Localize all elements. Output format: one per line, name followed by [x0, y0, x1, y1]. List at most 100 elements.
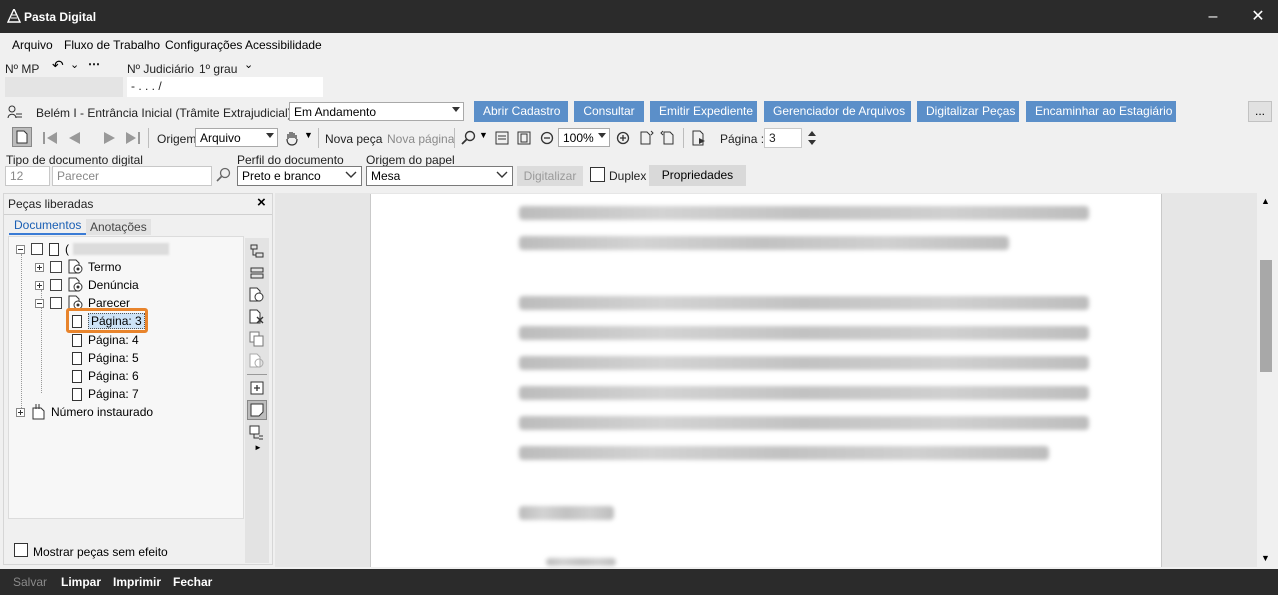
copy-documents-icon[interactable]: [247, 330, 267, 348]
nova-pagina-button[interactable]: Nova página: [387, 132, 454, 146]
document-mode-icon[interactable]: [12, 127, 32, 147]
previous-page-icon[interactable]: [64, 128, 84, 148]
tipo-documento-code[interactable]: 12: [5, 166, 50, 186]
zoom-select[interactable]: 100%: [558, 128, 610, 147]
parecer-checkbox[interactable]: [50, 297, 62, 309]
duplex-checkbox[interactable]: [590, 167, 605, 182]
pagina-stepper[interactable]: [807, 129, 817, 147]
page-icon: [72, 369, 82, 383]
denuncia-checkbox[interactable]: [50, 279, 62, 291]
tree-root-checkbox[interactable]: [31, 243, 43, 255]
menu-fluxo-de-trabalho[interactable]: Fluxo de Trabalho: [64, 38, 160, 52]
origem-dropdown-icon: [266, 133, 274, 138]
expand-icon[interactable]: [35, 262, 44, 272]
menu-configuracoes[interactable]: Configurações: [165, 38, 242, 52]
first-page-icon[interactable]: [40, 128, 60, 148]
mp-number-field[interactable]: [5, 77, 123, 97]
perfil-select[interactable]: Preto e branco: [237, 166, 362, 186]
grau-chevron-icon[interactable]: ⌄: [244, 58, 253, 71]
fit-page-icon[interactable]: [514, 128, 534, 148]
consultar-button[interactable]: Consultar: [574, 101, 644, 122]
rotate-left-icon[interactable]: [636, 128, 656, 148]
add-seal-icon[interactable]: [247, 286, 267, 304]
go-to-page-icon[interactable]: [689, 128, 709, 148]
hand-tool-dropdown-icon[interactable]: ▼: [304, 130, 313, 140]
expand-icon[interactable]: [35, 280, 44, 290]
zoom-dropdown-icon[interactable]: ▼: [479, 130, 488, 140]
abrir-cadastro-button[interactable]: Abrir Cadastro: [474, 101, 568, 122]
tab-documentos[interactable]: Documentos: [9, 217, 87, 235]
fit-width-icon[interactable]: [492, 128, 512, 148]
limpar-button[interactable]: Limpar: [61, 575, 101, 589]
expand-icon[interactable]: [16, 407, 25, 417]
origem-papel-label: Origem do papel: [366, 153, 455, 167]
seal-document-icon: [68, 277, 83, 292]
app-logo-icon: [7, 9, 21, 23]
fechar-button[interactable]: Fechar: [173, 575, 212, 589]
last-page-icon[interactable]: [123, 128, 143, 148]
tree-page-6[interactable]: Página: 6: [72, 367, 139, 385]
add-page-icon[interactable]: [247, 379, 267, 397]
mostrar-pecas-checkbox[interactable]: [14, 543, 28, 557]
gerenciador-arquivos-button[interactable]: Gerenciador de Arquivos: [764, 101, 911, 122]
rotate-right-icon[interactable]: [658, 128, 678, 148]
imprimir-button[interactable]: Imprimir: [113, 575, 161, 589]
digitalizar-button[interactable]: Digitalizar: [517, 166, 583, 186]
zoom-search-icon[interactable]: [459, 128, 479, 148]
scroll-down-icon[interactable]: ▼: [1261, 553, 1270, 563]
origem-select[interactable]: Arquivo: [195, 128, 278, 147]
pagina-input[interactable]: 3: [764, 128, 802, 148]
digitalizar-pecas-button[interactable]: Digitalizar Peças: [917, 101, 1019, 122]
list-view-icon[interactable]: [247, 264, 267, 282]
tree-page-5[interactable]: Página: 5: [72, 349, 139, 367]
scroll-up-icon[interactable]: ▲: [1261, 196, 1270, 206]
encaminhar-estagiario-button[interactable]: Encaminhar ao Estagiário: [1026, 101, 1176, 122]
propriedades-button[interactable]: Propriedades: [649, 165, 746, 186]
tree-page-7[interactable]: Página: 7: [72, 385, 139, 403]
tab-anotacoes[interactable]: Anotações: [86, 219, 151, 235]
minimize-icon[interactable]: –: [1198, 5, 1228, 29]
chevron-down-icon[interactable]: ⌄: [70, 58, 79, 71]
emitir-expediente-button[interactable]: Emitir Expediente: [650, 101, 757, 122]
tipo-search-icon[interactable]: [216, 167, 234, 185]
note-icon[interactable]: [247, 400, 267, 420]
origem-papel-select[interactable]: Mesa: [366, 166, 513, 186]
more-icon[interactable]: ⋯: [88, 57, 100, 71]
next-page-icon[interactable]: [100, 128, 120, 148]
salvar-button[interactable]: Salvar: [13, 575, 47, 589]
tree-root[interactable]: (: [16, 240, 169, 258]
tree-root-label: (: [65, 242, 69, 256]
tree-tools-strip: ►: [245, 238, 269, 563]
mostrar-pecas-label: Mostrar peças sem efeito: [33, 545, 168, 559]
tree-page-3[interactable]: Página: 3: [72, 312, 145, 330]
search-seal-icon[interactable]: [247, 352, 267, 370]
undo-icon[interactable]: ↶: [52, 57, 64, 74]
menu-arquivo[interactable]: Arquivo: [12, 38, 53, 52]
zoom-in-icon[interactable]: [613, 128, 633, 148]
collapse-icon[interactable]: [35, 298, 44, 308]
tree-page-4[interactable]: Página: 4: [72, 331, 139, 349]
hand-tool-icon[interactable]: [282, 128, 302, 148]
viewer-scrollbar[interactable]: ▲ ▼: [1257, 193, 1275, 567]
judicial-number-field[interactable]: - . . . /: [127, 77, 323, 97]
remove-seal-icon[interactable]: [247, 308, 267, 326]
scroll-thumb[interactable]: [1260, 260, 1272, 372]
tree-item-denuncia[interactable]: Denúncia: [35, 276, 139, 294]
zoom-out-icon[interactable]: [537, 128, 557, 148]
nova-peca-button[interactable]: Nova peça: [325, 132, 382, 146]
toolbar-separator: [148, 128, 149, 148]
tree-structure-icon[interactable]: [247, 242, 267, 260]
collapse-icon[interactable]: [16, 244, 25, 254]
page-options-icon[interactable]: [247, 424, 267, 442]
menu-acessibilidade[interactable]: Acessibilidade: [245, 38, 322, 52]
tree-numero-instaurado[interactable]: Número instaurado: [16, 403, 153, 421]
expand-tools-icon[interactable]: ►: [254, 443, 262, 452]
tipo-documento-field[interactable]: Parecer: [52, 166, 212, 186]
blurred-text-line: [519, 326, 1089, 340]
panel-close-icon[interactable]: ×: [257, 194, 266, 211]
termo-checkbox[interactable]: [50, 261, 62, 273]
more-options-button[interactable]: ...: [1248, 101, 1272, 122]
tree-item-termo[interactable]: Termo: [35, 258, 121, 276]
fila-select[interactable]: Em Andamento: [289, 102, 464, 121]
close-window-icon[interactable]: ✕: [1243, 5, 1273, 29]
